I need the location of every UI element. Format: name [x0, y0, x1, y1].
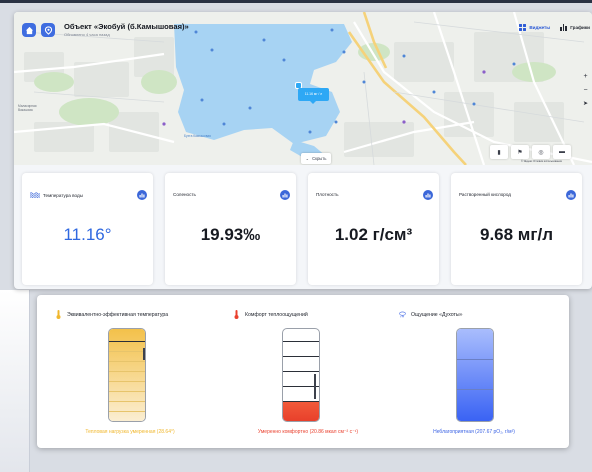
metric-value: 9.68 мг/л — [480, 225, 553, 244]
window-top-strip — [0, 0, 592, 3]
gauge-title: Эквивалентно-эффективная температура — [67, 311, 169, 318]
view-switch: Виджеты Графики — [519, 20, 590, 34]
panorama-icon: ◎ — [538, 149, 544, 156]
traffic-icon: ⚑ — [517, 149, 523, 156]
gauge-indicator — [314, 374, 316, 399]
metric-value: 11.16° — [63, 225, 112, 244]
map-lake-label: Бухта Камышовая — [184, 134, 211, 138]
home-button[interactable] — [22, 23, 36, 37]
metric-label: Соленость — [173, 192, 196, 197]
hide-map-label: Скрыть — [312, 156, 327, 161]
grid-icon — [519, 23, 527, 31]
metric-chart-button[interactable] — [423, 190, 433, 200]
map-view[interactable]: Объект «Экобуй (б.Камышовая)» Обновлено … — [14, 12, 592, 165]
buoy-popup[interactable]: 11.16 мг / л — [298, 88, 329, 104]
charts-tab-label: Графики — [570, 24, 590, 30]
bar-chart-icon — [560, 23, 568, 31]
metric-label: Плотность — [316, 192, 339, 197]
charts-tab[interactable]: Графики — [560, 23, 590, 31]
gauge-fill — [109, 329, 145, 421]
gauge-indicator — [143, 348, 145, 360]
metric-label: Растворенный кислород — [459, 192, 511, 197]
zoom-in-button[interactable]: + — [581, 72, 590, 81]
navigation-arrow-icon: ➤ — [582, 101, 589, 107]
map-layer-controls: ▮ ⚑ ◎ ▬ — [490, 145, 571, 159]
widgets-tab[interactable]: Виджеты — [519, 23, 551, 31]
gauge-fill — [457, 329, 493, 421]
widgets-tab-label: Виджеты — [529, 24, 551, 30]
metric-chart-button[interactable] — [137, 190, 147, 200]
gauge-caption: Умеренно комфортно (20.86 мкал см⁻² с⁻¹) — [257, 429, 359, 435]
gauge-title: Комфорт теплоощущений — [245, 311, 308, 318]
gauge-caption: Неблагоприятная (207.67 pO₂, г/м³) — [433, 429, 515, 435]
gauge-caption: Тепловая нагрузка умеренная (28.64°) — [85, 429, 175, 435]
metric-label: Температура воды — [43, 192, 83, 198]
chart-icon — [282, 193, 288, 198]
background-panel — [0, 290, 30, 472]
layers-icon: ▬ — [559, 149, 565, 155]
metric-value: 1.02 г/см³ — [334, 225, 413, 244]
gauge-stuffiness: Ощущение «Духоты» Неблагоприятная (207.6… — [399, 295, 569, 448]
gauge-thermal-comfort: Комфорт теплоощущений Умеренно комфортно… — [233, 295, 403, 448]
gauge-tube — [108, 328, 146, 422]
object-header: Объект «Экобуй (б.Камышовая)» Обновлено … — [22, 20, 189, 40]
hide-map-button[interactable]: ⌄ Скрыть — [301, 153, 331, 164]
gauge-effective-temperature: Эквивалентно-эффективная температура Теп… — [55, 295, 225, 448]
home-icon — [25, 26, 33, 34]
metric-chart-button[interactable] — [566, 190, 576, 200]
layers-button[interactable]: ▬ — [553, 145, 571, 159]
geolocate-button[interactable]: ➤ — [581, 100, 590, 109]
object-subtitle: Обновлено 4 часа назад — [64, 31, 110, 37]
map-attribution[interactable]: © Яндекс Условия использования — [521, 160, 562, 163]
gauge-fill — [283, 400, 319, 421]
panorama-button[interactable]: ◎ — [532, 145, 550, 159]
metric-card-water-temp: Температура воды 11.16° — [22, 173, 153, 285]
traffic-button[interactable]: ⚑ — [511, 145, 529, 159]
ruler-button[interactable]: ▮ — [490, 145, 508, 159]
metric-card-density: Плотность 1.02 г/см³ — [308, 173, 439, 285]
metric-value: 19.93‰ — [200, 225, 261, 244]
dashboard-card: Объект «Экобуй (б.Камышовая)» Обновлено … — [14, 12, 592, 289]
chart-icon — [425, 193, 431, 198]
metric-card-salinity: Соленость 19.93‰ — [165, 173, 296, 285]
zoom-out-button[interactable]: − — [581, 86, 590, 95]
thermometer-icon — [55, 310, 62, 319]
location-pin-icon — [44, 25, 52, 35]
gauge-tube — [456, 328, 494, 422]
metrics-row: Температура воды 11.16° Соленость 19.93‰… — [22, 173, 590, 285]
chart-icon — [139, 193, 145, 198]
waves-icon — [30, 192, 40, 198]
ruler-icon: ▮ — [497, 149, 501, 156]
metric-chart-button[interactable] — [280, 190, 290, 200]
map-city-label: Маласирная Вакашиза — [18, 104, 37, 112]
gauge-title: Ощущение «Духоты» — [411, 311, 463, 318]
cloud-rain-icon — [399, 310, 406, 319]
chart-icon — [568, 193, 574, 198]
comfort-card: Эквивалентно-эффективная температура Теп… — [37, 295, 569, 448]
chevron-down-icon: ⌄ — [305, 156, 310, 161]
location-button[interactable] — [41, 23, 55, 37]
thermometer-icon — [233, 310, 240, 319]
metric-card-oxygen: Растворенный кислород 9.68 мг/л — [451, 173, 582, 285]
object-title: Объект «Экобуй (б.Камышовая)» — [64, 22, 189, 32]
